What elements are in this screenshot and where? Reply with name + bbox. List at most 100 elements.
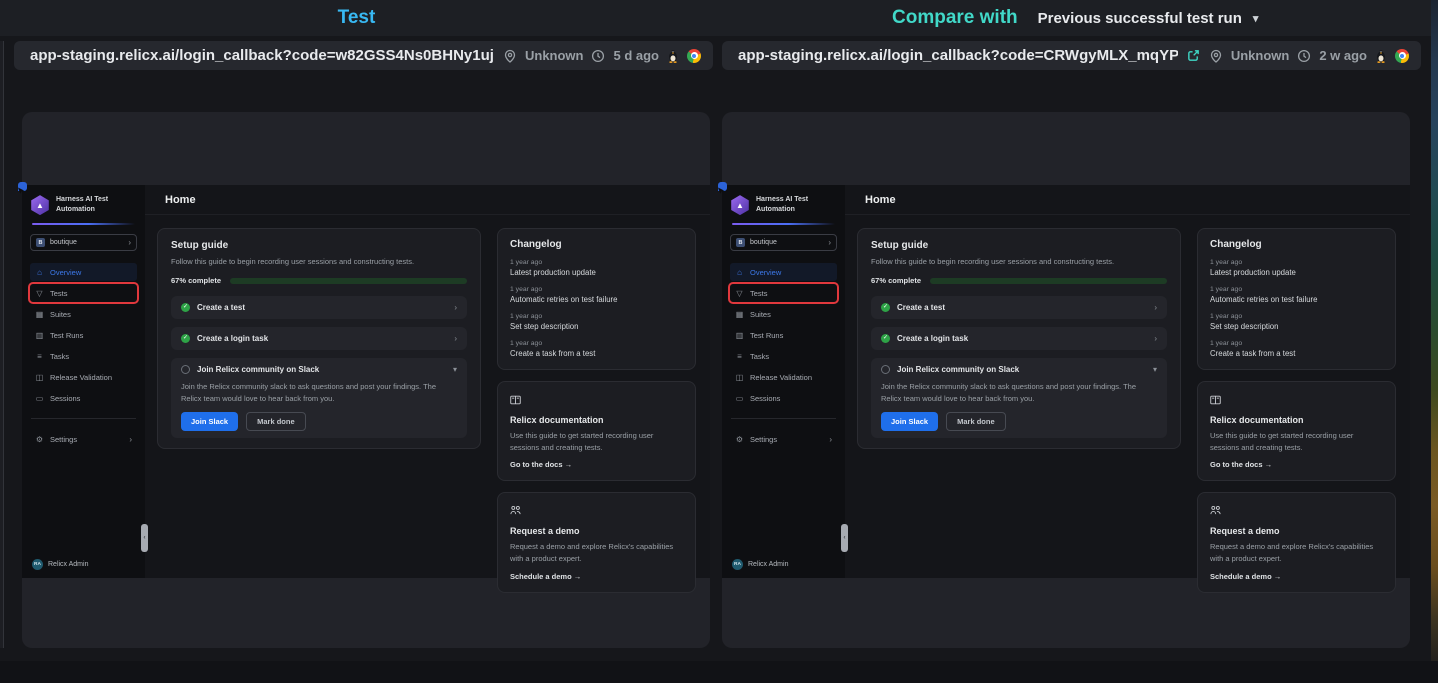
gradient-divider (32, 223, 135, 225)
setup-item-join-slack: Join Relicx community on Slack ▾ Join th… (871, 358, 1167, 438)
documentation-title: Relicx documentation (510, 415, 683, 425)
changelog-entry: 1 year ago Latest production update (1210, 259, 1383, 277)
progress-row: 67% complete (871, 276, 1167, 285)
progress-label: 67% complete (171, 276, 221, 285)
sidebar-item-release-validation: ◫ Release Validation (730, 368, 837, 386)
brand: ▲ Harness AI Test Automation (730, 195, 837, 215)
sidebar-item-sessions: ▭ Sessions (730, 389, 837, 407)
setup-item-create-login-task: ✓ Create a login task › (871, 327, 1167, 350)
grid-icon: ▦ (735, 310, 744, 319)
documentation-card: Relicx documentation Use this guide to g… (497, 381, 696, 481)
request-demo-description: Request a demo and explore Relicx's capa… (1210, 541, 1383, 564)
url-meta: Unknown 5 d ago (503, 48, 701, 63)
chrome-browser-icon (1395, 49, 1409, 63)
list-icon: ≡ (35, 352, 44, 361)
empty-circle-icon (881, 365, 890, 374)
next-screenshot-edge (1431, 0, 1438, 683)
chevron-right-icon: › (128, 238, 131, 247)
flask-icon: ▽ (35, 289, 44, 298)
click-marker-icon (18, 182, 27, 191)
sidebar-item-sessions: ▭ Sessions (30, 389, 137, 407)
changelog-entry: 1 year ago Set step description (1210, 313, 1383, 331)
mark-done-button: Mark done (946, 412, 1006, 431)
chevron-right-icon: › (1154, 303, 1157, 312)
age-value: 5 d ago (613, 48, 659, 63)
setup-guide-card: Setup guide Follow this guide to begin r… (157, 228, 481, 449)
columns-icon: ▥ (35, 331, 44, 340)
go-to-docs-link: Go to the docs → (510, 460, 683, 469)
check-circle-icon: ✓ (181, 303, 190, 312)
request-demo-description: Request a demo and explore Relicx's capa… (510, 541, 683, 564)
brand-name: Harness AI Test Automation (756, 195, 808, 215)
changelog-entry: 1 year ago Automatic retries on test fai… (510, 286, 683, 304)
linux-os-icon (667, 49, 679, 63)
location-value: Unknown (525, 48, 584, 63)
avatar: RA (32, 559, 43, 570)
user-row: RA Relicx Admin (730, 559, 837, 570)
url-meta: Unknown 2 w ago (1209, 48, 1409, 63)
go-to-docs-link: Go to the docs → (1210, 460, 1383, 469)
video-icon: ▭ (735, 394, 744, 403)
documentation-title: Relicx documentation (1210, 415, 1383, 425)
sidebar-item-tests-highlighted: ▽ Tests (30, 284, 137, 302)
progress-label: 67% complete (871, 276, 921, 285)
avatar: RA (732, 559, 743, 570)
sidebar-collapse-handle: ‹ (141, 524, 148, 552)
chevron-down-icon: ▾ (1253, 12, 1259, 25)
chevron-down-icon: ▾ (453, 365, 457, 374)
request-demo-card: Request a demo Request a demo and explor… (1197, 492, 1396, 592)
slack-description: Join the Relicx community slack to ask q… (881, 381, 1157, 404)
progress-row: 67% complete (171, 276, 467, 285)
user-name: Relicx Admin (748, 561, 788, 568)
sidebar-nav: ⌂ Overview ▽ Tests ▦ Suites ▥ Test Runs … (30, 263, 137, 407)
book-icon (510, 395, 521, 405)
gear-icon: ⚙ (35, 435, 44, 444)
app-sidebar: ▲ Harness AI Test Automation B boutique … (22, 185, 145, 578)
people-icon (1210, 505, 1221, 516)
screenshot-panel-current: ▲ Harness AI Test Automation B boutique … (22, 112, 710, 648)
setup-guide-description: Follow this guide to begin recording use… (871, 257, 1167, 266)
documentation-description: Use this guide to get started recording … (510, 430, 683, 453)
sidebar-item-tests-highlighted: ▽ Tests (730, 284, 837, 302)
location-value: Unknown (1231, 48, 1290, 63)
changelog-card: Changelog 1 year ago Latest production u… (1197, 228, 1396, 370)
url-bar-current: app-staging.relicx.ai/login_callback?cod… (14, 41, 713, 70)
sidebar-item-tasks: ≡ Tasks (730, 347, 837, 365)
setup-guide-description: Follow this guide to begin recording use… (171, 257, 467, 266)
compare-header: Compare with Previous successful test ru… (722, 0, 1430, 36)
screenshot-panel-compare: ▲ Harness AI Test Automation B boutique … (722, 112, 1410, 648)
comparison-header: Test Compare with Previous successful te… (0, 0, 1438, 36)
workflow-icon: ◫ (735, 373, 744, 382)
setup-guide-title: Setup guide (871, 240, 1167, 251)
setup-guide-title: Setup guide (171, 240, 467, 251)
list-icon: ≡ (735, 352, 744, 361)
columns-icon: ▥ (735, 331, 744, 340)
previous-step-edge (0, 41, 4, 648)
project-badge: B (736, 238, 745, 247)
check-circle-icon: ✓ (881, 334, 890, 343)
chrome-browser-icon (687, 49, 701, 63)
url-text[interactable]: app-staging.relicx.ai/login_callback?cod… (30, 47, 494, 64)
sidebar-item-suites: ▦ Suites (730, 305, 837, 323)
documentation-description: Use this guide to get started recording … (1210, 430, 1383, 453)
external-link-icon[interactable] (1187, 49, 1200, 62)
compare-target-dropdown[interactable]: Previous successful test run ▾ (1038, 10, 1259, 27)
sidebar-item-release-validation: ◫ Release Validation (30, 368, 137, 386)
sidebar-item-settings: ⚙ Settings › (730, 430, 837, 448)
app-main: Home Setup guide Follow this guide to be… (145, 185, 710, 578)
app-screenshot-content: ▲ Harness AI Test Automation B boutique … (722, 185, 1410, 578)
click-marker-icon (718, 182, 727, 191)
slack-description: Join the Relicx community slack to ask q… (181, 381, 457, 404)
sidebar-item-overview: ⌂ Overview (30, 263, 137, 281)
sidebar-divider (731, 418, 836, 419)
url-text[interactable]: app-staging.relicx.ai/login_callback?cod… (738, 47, 1178, 64)
video-icon: ▭ (35, 394, 44, 403)
schedule-demo-link: Schedule a demo → (1210, 572, 1383, 581)
empty-circle-icon (181, 365, 190, 374)
setup-column: Setup guide Follow this guide to begin r… (857, 228, 1181, 593)
request-demo-card: Request a demo Request a demo and explor… (497, 492, 696, 592)
info-column: Changelog 1 year ago Latest production u… (1197, 228, 1396, 593)
project-name: boutique (50, 239, 77, 246)
screenshot-compare: ▲ Harness AI Test Automation B boutique … (722, 185, 1410, 578)
app-sidebar: ▲ Harness AI Test Automation B boutique … (722, 185, 845, 578)
